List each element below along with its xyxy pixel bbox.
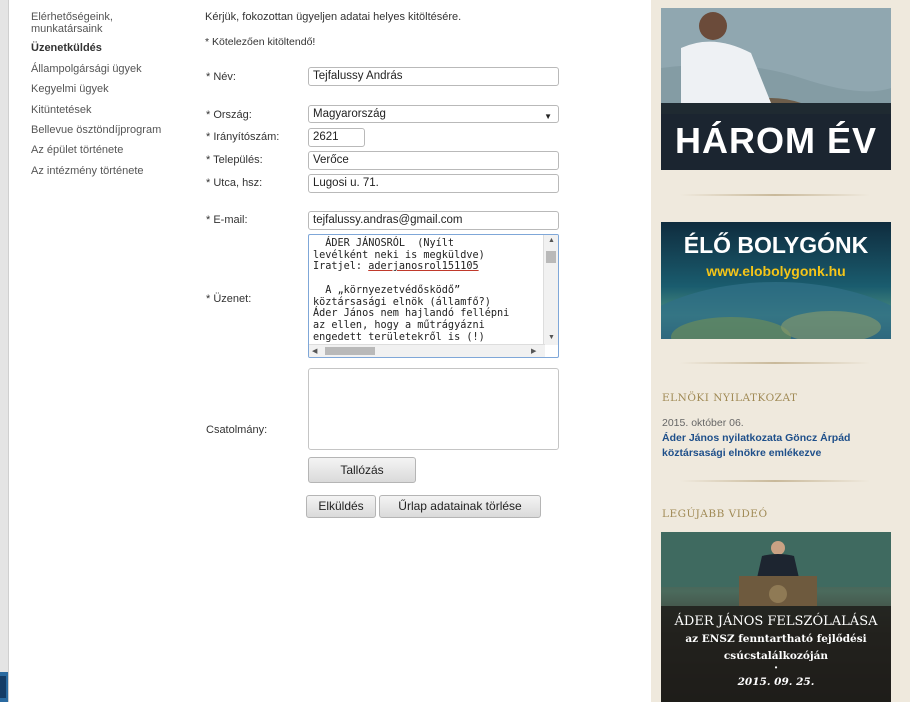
sidebar-item-institution-history[interactable]: Az intézmény története (31, 165, 144, 177)
message-line: Iratjel: (313, 261, 369, 273)
message-line: köztársasági elnök (államfő?) (313, 296, 491, 308)
statement-section-title: ELNÖKI NYILATKOZAT (662, 392, 798, 404)
scroll-up-icon[interactable]: ▲ (548, 237, 555, 244)
living-planet-url: www.elobolygonk.hu (706, 263, 846, 279)
name-field[interactable]: Tejfalussy András (308, 67, 559, 86)
country-label: * Ország: (206, 109, 252, 121)
scroll-left-icon[interactable]: ◀ (312, 347, 317, 355)
message-line: engedett területekről is (!) (313, 331, 485, 343)
message-line: Áder János nem hajlandó fellépni (313, 308, 510, 320)
video-thumbnail[interactable]: ÁDER JÁNOS FELSZÓLALÁSA az ENSZ fenntart… (661, 532, 891, 702)
video-subtitle-line2: csúcstalálkozóján (723, 650, 829, 662)
horizontal-scrollbar[interactable]: ◀ ▶ (309, 344, 545, 357)
living-planet-title: ÉLŐ BOLYGÓNK (683, 232, 869, 258)
video-subtitle-line1: az ENSZ fenntartható fejlődési (685, 633, 867, 645)
video-title: ÁDER JÁNOS FELSZÓLALÁSA (674, 614, 878, 629)
message-line: az ellen, hogy a műtrágyázni (313, 319, 485, 331)
sidebar-item-messaging[interactable]: Üzenetküldés (31, 42, 102, 54)
three-years-banner-title: HÁROM ÉV (674, 120, 877, 161)
message-line: ÁDER JÁNOSRÓL (Nyílt (313, 238, 455, 249)
submit-button[interactable]: Elküldés (306, 495, 376, 518)
left-edge-badge-inner (0, 676, 6, 698)
city-field[interactable]: Verőce (308, 151, 559, 170)
attachment-dropzone[interactable] (308, 368, 559, 450)
message-iratjel: aderjanosrol151105 (368, 261, 479, 273)
message-line: A „környezetvédősködő” (313, 284, 461, 296)
sidebar-item-awards[interactable]: Kitüntetések (31, 104, 92, 116)
left-edge (0, 0, 9, 702)
country-select-value: Magyarország (313, 108, 386, 120)
sidebar-item-citizenship[interactable]: Állampolgársági ügyek (31, 63, 142, 75)
email-label: * E-mail: (206, 214, 248, 226)
video-section-title: LEGÚJABB VIDEÓ (662, 508, 768, 520)
chevron-down-icon: ▼ (544, 112, 552, 121)
sidebar-item-bellevue[interactable]: Bellevue ösztöndíjprogram (31, 124, 161, 136)
required-note: * Kötelezően kitöltendő! (205, 36, 316, 48)
three-years-banner[interactable]: HÁROM ÉV (661, 8, 891, 170)
message-label: * Üzenet: (206, 293, 252, 305)
form-intro: Kérjük, fokozottan ügyeljen adatai helye… (205, 11, 462, 23)
statement-link[interactable]: Áder János nyilatkozata Göncz Árpád közt… (662, 431, 892, 461)
zip-label: * Irányítószám: (206, 131, 280, 143)
vertical-scrollbar[interactable]: ▲ ▼ (543, 235, 558, 345)
country-select[interactable]: Magyarország ▼ (308, 105, 559, 123)
video-bullet: • (774, 663, 778, 672)
vertical-scroll-thumb[interactable] (546, 251, 556, 263)
sidebar-item-contacts-line2[interactable]: munkatársaink (31, 23, 103, 35)
divider (680, 362, 870, 364)
street-field[interactable]: Lugosi u. 71. (308, 174, 559, 193)
email-field[interactable]: tejfalussy.andras@gmail.com (308, 211, 559, 230)
divider (680, 194, 870, 196)
sidebar-item-contacts[interactable]: Elérhetőségeink, (31, 11, 113, 23)
sidebar-item-pardon[interactable]: Kegyelmi ügyek (31, 83, 109, 95)
clear-form-button[interactable]: Űrlap adatainak törlése (379, 495, 541, 518)
sidebar-item-building-history[interactable]: Az épület története (31, 144, 123, 156)
horizontal-scroll-thumb[interactable] (325, 347, 375, 355)
city-label: * Település: (206, 154, 263, 166)
zip-field[interactable]: 2621 (308, 128, 365, 147)
name-label: * Név: (206, 71, 236, 83)
message-line: levélként neki is megküldve) (313, 249, 485, 261)
attachment-label: Csatolmány: (206, 424, 268, 436)
living-planet-banner[interactable]: ÉLŐ BOLYGÓNK www.elobolygonk.hu (661, 222, 891, 339)
message-textarea[interactable]: ÁDER JÁNOSRÓL (Nyílt levélként neki is m… (308, 234, 559, 358)
statement-date: 2015. október 06. (662, 417, 744, 429)
scroll-down-icon[interactable]: ▼ (548, 334, 555, 341)
street-label: * Utca, hsz: (206, 177, 263, 189)
video-date: 2015. 09. 25. (737, 676, 815, 688)
scroll-right-icon[interactable]: ▶ (531, 347, 536, 355)
browse-button[interactable]: Tallózás (308, 457, 416, 483)
divider (680, 480, 870, 482)
message-text: ÁDER JÁNOSRÓL (Nyílt levélként neki is m… (313, 238, 541, 343)
